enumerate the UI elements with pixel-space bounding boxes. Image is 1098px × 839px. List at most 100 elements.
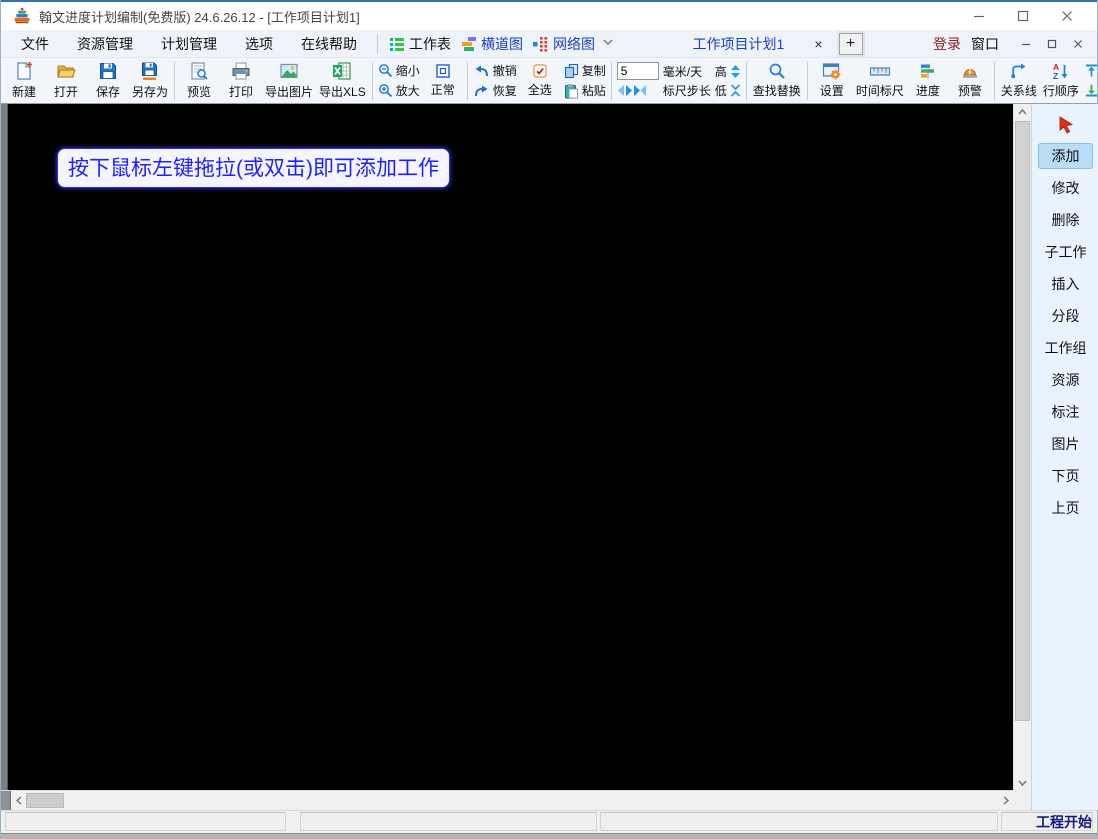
move-up-icon [1084,63,1097,78]
redo-label: 恢复 [493,82,517,99]
move-up-button[interactable]: 上移 [1082,62,1097,79]
sidebar-item-segment[interactable]: 分段 [1038,303,1093,329]
move-down-icon [1084,83,1097,98]
scroll-up-icon[interactable] [1014,104,1031,119]
preview-icon [189,61,209,81]
save-as-button[interactable]: 另存为 [129,60,171,101]
chevron-down-icon[interactable] [602,36,614,51]
vertical-scroll-track[interactable] [1014,119,1031,775]
sidebar-item-add[interactable]: 添加 [1038,143,1093,169]
print-button[interactable]: 打印 [220,60,262,101]
window-title: 翰文进度计划编制(免费版) 24.6.26.12 - [工作项目计划1] [39,7,360,26]
find-replace-button[interactable]: 查找替换 [750,61,804,100]
left-splitter[interactable] [1,104,8,790]
tool-sidebar: 添加 修改 删除 子工作 插入 分段 工作组 资源 标注 图片 下页 上页 [1031,104,1098,810]
status-panel-3 [600,812,998,831]
row-height-low-button[interactable]: 低 [715,82,741,99]
menu-plan[interactable]: 计划管理 [147,30,231,58]
alert-button[interactable]: 预警 [949,61,991,100]
app-window: 翰文进度计划编制(免费版) 24.6.26.12 - [工作项目计划1] 文件 … [0,0,1098,839]
export-image-icon [279,61,299,81]
sidebar-item-workgroup[interactable]: 工作组 [1038,335,1093,361]
gantt-canvas[interactable]: 按下鼠标左键拖拉(或双击)即可添加工作 [8,104,1013,790]
copy-button[interactable]: 复制 [561,62,608,79]
horizontal-scroll-track[interactable] [64,791,998,810]
sidebar-item-subwork[interactable]: 子工作 [1038,239,1093,265]
sidebar-item-prev-page[interactable]: 上页 [1038,495,1093,521]
time-ruler-button[interactable]: 时间标尺 [853,61,907,100]
view-worksheet-button[interactable]: 工作表 [384,31,456,57]
preview-button[interactable]: 预览 [178,60,220,101]
open-button[interactable]: 打开 [45,60,87,101]
settings-button[interactable]: 设置 [811,61,853,100]
menu-resource[interactable]: 资源管理 [63,30,147,58]
sidebar-item-annotation[interactable]: 标注 [1038,399,1093,425]
zoom-out-label: 缩小 [396,62,420,79]
status-panel-1 [5,812,286,831]
status-panel-2 [300,812,597,831]
close-icon[interactable] [1045,3,1089,29]
view-worksheet-label: 工作表 [409,34,451,54]
row-height-high-button[interactable]: 高 [715,63,741,80]
view-network-button[interactable]: 网络图 [528,31,600,57]
tab-close-icon[interactable]: × [810,36,826,52]
save-button[interactable]: 保存 [87,60,129,101]
ruler-step-input[interactable] [617,62,659,80]
vertical-scroll-thumb[interactable] [1015,121,1030,721]
select-all-label: 全选 [528,81,552,98]
progress-button[interactable]: 进度 [907,61,949,100]
horizontal-scroll-thumb[interactable] [26,793,64,808]
print-icon [231,61,251,81]
view-gantt-button[interactable]: 横道图 [456,31,528,57]
mdi-minimize-icon[interactable] [1013,33,1039,55]
zoom-normal-label: 正常 [431,81,455,98]
scroll-right-icon[interactable] [998,791,1013,810]
sidebar-item-modify[interactable]: 修改 [1038,175,1093,201]
window-menu[interactable]: 窗口 [971,34,999,54]
relation-line-button[interactable]: 关系线 [998,61,1040,100]
export-image-button[interactable]: 导出图片 [262,60,316,101]
sidebar-item-picture[interactable]: 图片 [1038,431,1093,457]
add-tab-button[interactable]: + [839,33,863,55]
export-xls-label: 导出XLS [319,83,366,100]
scroll-corner-handle[interactable] [1,791,11,810]
redo-button[interactable]: 恢复 [471,82,519,99]
new-button[interactable]: 新建 [3,60,45,101]
view-gantt-label: 横道图 [481,34,523,54]
maximize-icon[interactable] [1001,3,1045,29]
mdi-restore-icon[interactable] [1039,33,1065,55]
scroll-left-icon[interactable] [11,791,26,810]
login-link[interactable]: 登录 [933,34,961,54]
low-label: 低 [715,82,727,99]
sidebar-item-next-page[interactable]: 下页 [1038,463,1093,489]
save-as-icon [140,61,160,81]
scroll-down-icon[interactable] [1014,775,1031,790]
app-logo-icon [13,7,31,25]
mdi-close-icon[interactable] [1065,33,1091,55]
menu-options[interactable]: 选项 [231,30,287,58]
row-order-button[interactable]: A Z 行顺序 [1040,61,1082,100]
undo-button[interactable]: 撤销 [471,62,519,79]
move-down-button[interactable]: 下移 [1082,82,1097,99]
sidebar-item-insert[interactable]: 插入 [1038,271,1093,297]
minimize-icon[interactable] [957,3,1001,29]
horizontal-scrollbar[interactable] [1,790,1013,810]
sidebar-item-resource[interactable]: 资源 [1038,367,1093,393]
vertical-scrollbar[interactable] [1013,104,1031,790]
export-xls-button[interactable]: 导出XLS [316,60,369,101]
zoom-in-button[interactable]: 放大 [376,82,422,99]
zoom-normal-button[interactable]: 正常 [422,62,464,99]
zoom-normal-icon [435,63,451,79]
progress-label: 进度 [916,82,940,99]
menu-file[interactable]: 文件 [7,30,63,58]
sidebar-item-delete[interactable]: 删除 [1038,207,1093,233]
select-all-button[interactable]: 全选 [519,62,561,99]
paste-icon [563,83,579,99]
menu-bar: 文件 资源管理 计划管理 选项 在线帮助 工作表 横道图 [1,30,1097,58]
menu-help[interactable]: 在线帮助 [287,30,371,58]
relation-line-label: 关系线 [1001,82,1037,99]
paste-button[interactable]: 粘贴 [561,82,608,99]
document-tab[interactable]: 工作项目计划1 × [685,32,835,56]
ruler-step-arrows-icon[interactable] [617,84,647,97]
zoom-out-button[interactable]: 缩小 [376,62,422,79]
